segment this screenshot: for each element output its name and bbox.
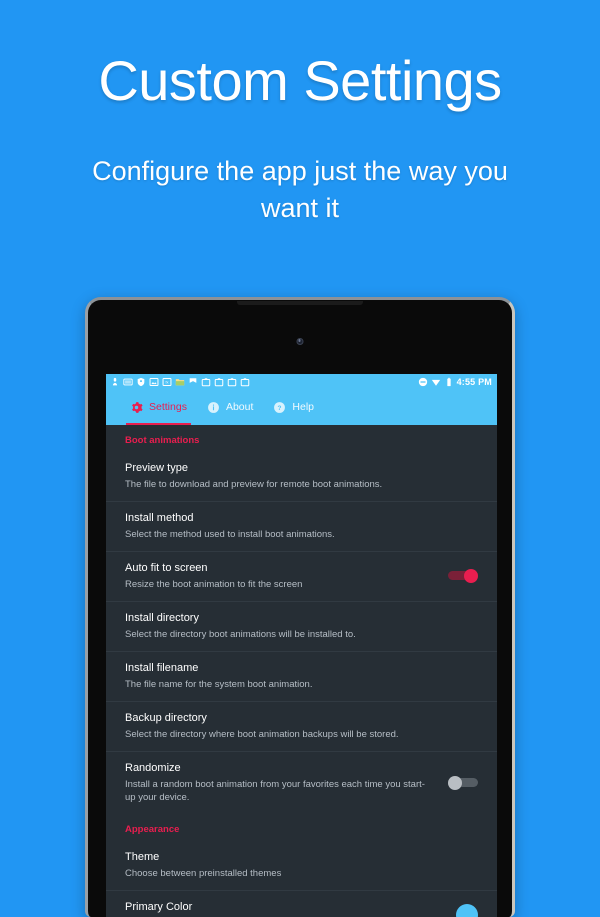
section-header-boot-animations: Boot animations [106,425,497,452]
list-item-control [444,904,478,917]
list-item-subtitle: Select the directory where boot animatio… [125,728,468,741]
tablet-device-frame: fx [85,297,515,917]
list-item-text: Randomize Install a random boot animatio… [125,761,444,804]
tab-help-label: Help [292,401,314,413]
battery-icon [444,377,454,387]
list-item[interactable]: Auto fit to screen Resize the boot anima… [106,551,497,601]
list-item-title: Install filename [125,661,468,676]
speaker-slot [237,301,363,305]
list-item-subtitle: Resize the boot animation to fit the scr… [125,578,434,591]
list-item-control [444,776,478,789]
list-item-text: Theme Choose between preinstalled themes [125,850,478,880]
list-item[interactable]: Preview type The file to download and pr… [106,452,497,501]
list-item[interactable]: Install filename The file name for the s… [106,651,497,701]
image-icon [149,377,159,387]
settings-list[interactable]: Boot animations Preview type The file to… [106,425,497,917]
list-item-title: Auto fit to screen [125,561,434,576]
gear-icon [130,401,143,414]
tab-about-label: About [226,401,253,413]
list-item-text: Install directory Select the directory b… [125,611,478,641]
promo-header: Custom Settings Configure the app just t… [0,0,600,227]
list-item-text: Install filename The file name for the s… [125,661,478,691]
person-icon [110,377,120,387]
wifi-icon [431,377,441,387]
shield-icon [136,377,146,387]
tab-help[interactable]: ? Help [263,389,324,425]
toggle-thumb [464,569,478,583]
list-item-text: Preview type The file to download and pr… [125,461,478,491]
briefcase-icon [201,377,211,387]
list-item[interactable]: Randomize Install a random boot animatio… [106,751,497,814]
list-item-title: Install directory [125,611,468,626]
list-item-title: Primary Color [125,900,434,915]
toggle-thumb [448,776,462,790]
list-item-title: Backup directory [125,711,468,726]
svg-text:?: ? [278,404,282,411]
section-header-appearance: Appearance [106,814,497,841]
primary-color-swatch[interactable] [456,904,478,917]
list-item-title: Install method [125,511,468,526]
list-item-title: Randomize [125,761,434,776]
list-item-subtitle: Select the method used to install boot a… [125,528,468,541]
status-bar: fx [106,374,497,389]
list-item[interactable]: Theme Choose between preinstalled themes [106,841,497,890]
screenshot-icon [123,377,133,387]
list-item-text: Auto fit to screen Resize the boot anima… [125,561,444,591]
folder-icon [175,377,185,387]
list-item[interactable]: Primary Color The most used color in app… [106,890,497,917]
list-item-control [444,569,478,582]
list-item-subtitle: The file name for the system boot animat… [125,678,468,691]
file-icon: fx [162,377,172,387]
list-item-subtitle: Choose between preinstalled themes [125,867,468,880]
list-item-text: Backup directory Select the directory wh… [125,711,478,741]
tab-about[interactable]: About [197,389,263,425]
status-bar-time: 4:55 PM [457,377,492,387]
list-item-title: Theme [125,850,468,865]
auto-fit-to-screen-toggle[interactable] [448,569,478,582]
page-title: Custom Settings [0,52,600,111]
app-bar: Settings About ? Help [106,389,497,425]
tab-settings-label: Settings [149,401,187,413]
status-bar-system-icons: 4:55 PM [418,377,492,387]
list-item[interactable]: Backup directory Select the directory wh… [106,701,497,751]
flag-icon [188,377,198,387]
list-item-subtitle: The file to download and preview for rem… [125,478,468,491]
briefcase-icon [214,377,224,387]
device-screen: fx [106,374,497,917]
list-item[interactable]: Install directory Select the directory b… [106,601,497,651]
tab-settings[interactable]: Settings [120,389,197,425]
list-item-text: Primary Color The most used color in app… [125,900,444,917]
list-item-subtitle: Select the directory boot animations wil… [125,628,468,641]
list-item-subtitle: Install a random boot animation from you… [125,778,434,804]
info-icon [207,401,220,414]
briefcase-icon [240,377,250,387]
list-item[interactable]: Install method Select the method used to… [106,501,497,551]
list-item-text: Install method Select the method used to… [125,511,478,541]
briefcase-icon [227,377,237,387]
promo-subtitle: Configure the app just the way you want … [0,153,600,228]
help-icon: ? [273,401,286,414]
svg-text:fx: fx [166,380,169,384]
do-not-disturb-icon [418,377,428,387]
list-item-title: Preview type [125,461,468,476]
randomize-toggle[interactable] [448,776,478,789]
front-camera-icon [297,338,304,345]
